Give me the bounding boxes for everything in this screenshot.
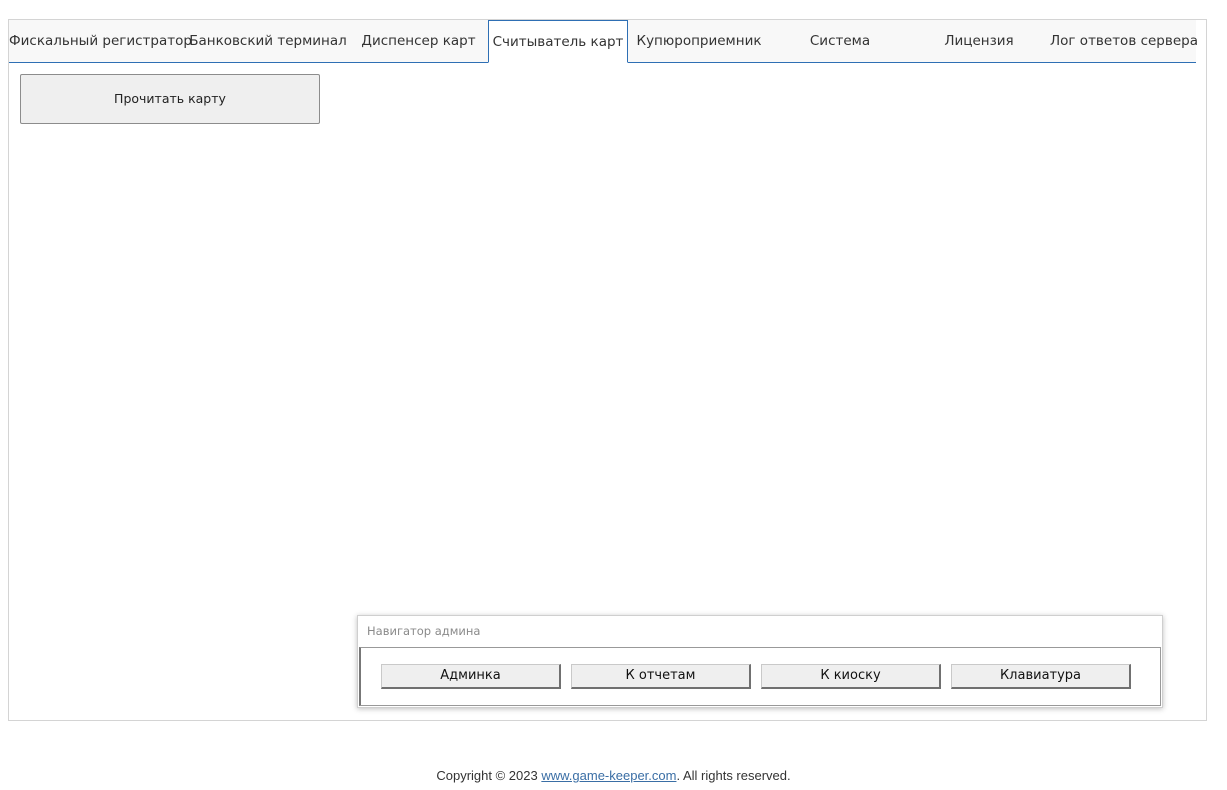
tab-server-log[interactable]: Лог ответов сервера — [1048, 20, 1200, 62]
tab-card-dispenser[interactable]: Диспенсер карт — [349, 20, 488, 62]
keyboard-button[interactable]: Клавиатура — [951, 664, 1131, 689]
tab-fiscal-registrar[interactable]: Фискальный регистратор — [9, 20, 192, 62]
footer-rights: . All rights reserved. — [676, 768, 791, 783]
tab-card-reader[interactable]: Считыватель карт — [488, 20, 628, 63]
tab-bar: Фискальный регистратор Банковский термин… — [9, 20, 1198, 63]
footer: Copyright © 2023 www.game-keeper.com. Al… — [0, 768, 1227, 783]
to-reports-button[interactable]: К отчетам — [571, 664, 751, 689]
footer-website-link[interactable]: www.game-keeper.com — [541, 768, 676, 783]
admin-navigator-body: Админка К отчетам К киоску Клавиатура — [359, 647, 1161, 706]
tab-bill-acceptor[interactable]: Купюроприемник — [628, 20, 770, 62]
read-card-button[interactable]: Прочитать карту — [20, 74, 320, 124]
tab-license[interactable]: Лицензия — [910, 20, 1048, 62]
admin-navigator-panel: Навигатор админа Админка К отчетам К кио… — [357, 615, 1163, 708]
footer-copyright: Copyright © 2023 — [436, 768, 542, 783]
tab-bank-terminal[interactable]: Банковский терминал — [189, 20, 347, 62]
admin-navigator-title: Навигатор админа — [367, 624, 481, 638]
admin-panel-button[interactable]: Админка — [381, 664, 561, 689]
tab-system[interactable]: Система — [770, 20, 910, 62]
to-kiosk-button[interactable]: К киоску — [761, 664, 941, 689]
